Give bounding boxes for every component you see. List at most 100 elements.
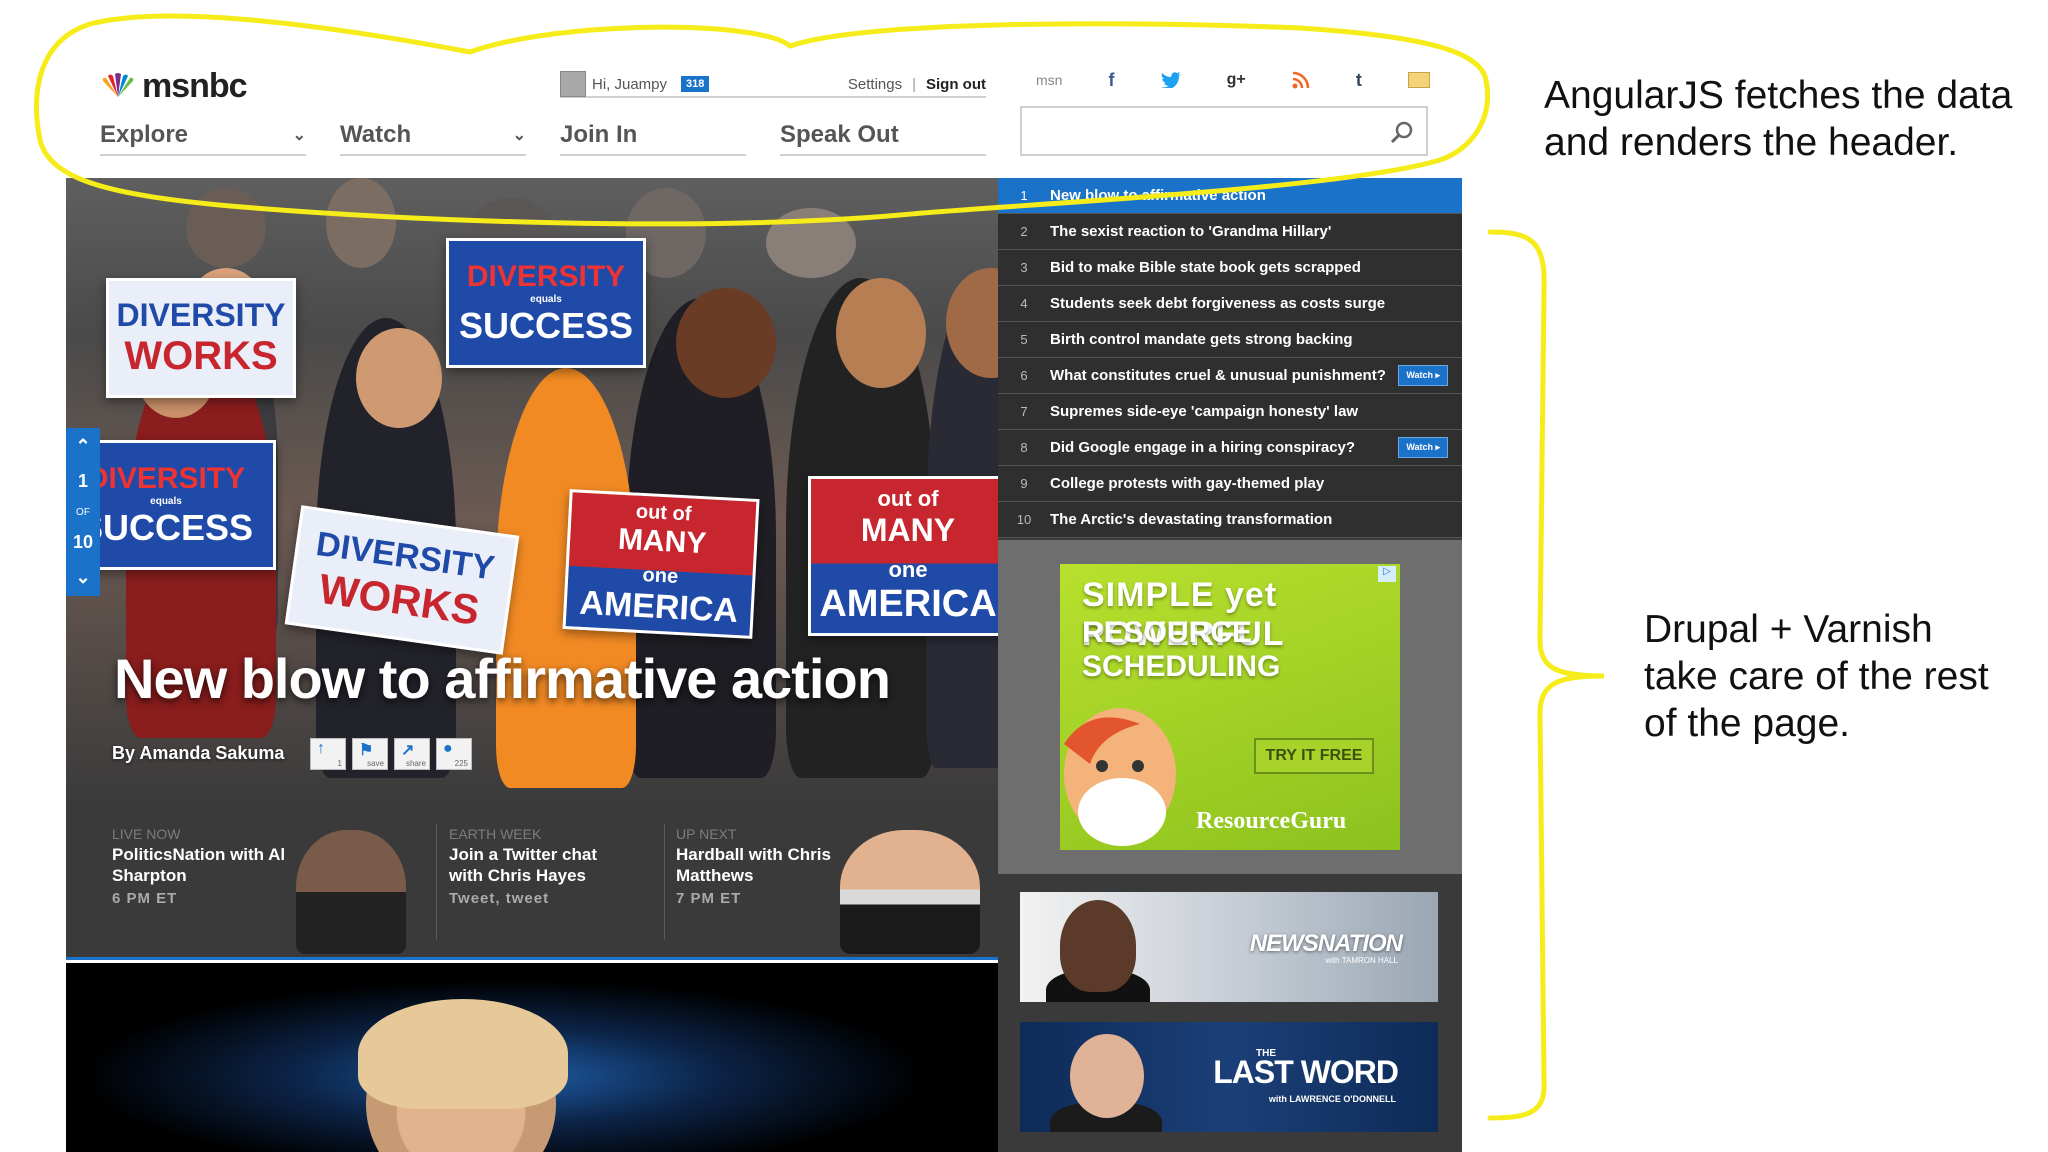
list-label[interactable]: College protests with gay-themed play [1050,475,1462,492]
try-free-button[interactable]: TRY IT FREE [1254,738,1374,774]
list-label[interactable]: Students seek debt forgiveness as costs … [1050,295,1462,312]
list-item[interactable]: 2 The sexist reaction to 'Grandma Hillary… [998,214,1462,250]
msnbc-logo[interactable]: msnbc [100,66,248,106]
list-item[interactable]: 7 Supremes side-eye 'campaign honesty' la… [998,394,1462,430]
google-plus-icon[interactable]: g+ [1227,71,1246,89]
list-item[interactable]: 5 Birth control mandate gets strong backi… [998,322,1462,358]
show-promo-newsnation[interactable]: NEWSNATION with TAMRON HALL [1020,892,1438,1002]
facebook-icon[interactable]: f [1109,70,1115,91]
list-item[interactable]: 4 Students seek debt forgiveness as costs… [998,286,1462,322]
tumblr-icon[interactable]: t [1356,70,1362,91]
protest-sign: out of MANY one AMERICA [562,489,760,639]
list-label[interactable]: What constitutes cruel & unusual punishm… [1050,367,1398,384]
sign-text: SUCCESS [458,304,634,346]
list-item[interactable]: 6 What constitutes cruel & unusual punish… [998,358,1462,394]
nav-speak-out[interactable]: Speak Out [780,120,986,156]
signout-link[interactable]: Sign out [926,76,986,93]
share-toolbar: ↑ 1 ⚑ save ↗ share ● 225 [310,738,472,770]
adchoices-icon[interactable]: ▷ [1378,566,1396,582]
byline[interactable]: By Amanda Sakuma [112,743,284,764]
sign-text: out of [877,486,939,511]
slide-pager: ⌃ 1 OF 10 ⌄ [66,428,100,596]
chevron-down-icon[interactable]: ⌄ [75,567,90,588]
list-num: 7 [1020,404,1028,419]
sign-text: DIVERSITY [116,297,286,333]
show-item[interactable]: LIVE NOW PoliticsNation with Al Sharpton… [112,826,312,907]
list-label[interactable]: New blow to affirmative action [1050,187,1462,204]
show-title[interactable]: PoliticsNation with Al Sharpton [112,844,312,886]
list-label[interactable]: The Arctic's devastating transformation [1050,511,1462,528]
save-button[interactable]: ⚑ save [352,738,388,770]
list-item[interactable]: 3 Bid to make Bible state book gets scrap… [998,250,1462,286]
sign-text: one [642,563,679,588]
show-kicker: LIVE NOW [112,826,181,842]
list-num: 5 [1020,332,1028,347]
comment-button[interactable]: ● 225 [436,738,472,770]
watch-button[interactable]: Watch ▸ [1398,437,1448,458]
host-photo[interactable] [840,830,980,954]
top-ten-list: 1 New blow to affirmative action 2 The sex… [998,178,1462,538]
watch-button[interactable]: Watch ▸ [1398,365,1448,386]
show-item[interactable]: EARTH WEEK Join a Twitter chat with Chri… [449,826,629,907]
slide-total: 10 [72,531,94,552]
twitter-icon[interactable] [1160,72,1181,88]
hero-headline[interactable]: New blow to affirmative action [114,646,891,711]
list-label[interactable]: Did Google engage in a hiring conspiracy… [1050,439,1398,456]
annotation-line: and renders the header. [1544,121,1959,164]
upvote-button[interactable]: ↑ 1 [310,738,346,770]
list-item[interactable]: 8 Did Google engage in a hiring conspirac… [998,430,1462,466]
list-item[interactable]: 1 New blow to affirmative action [998,178,1462,214]
mail-icon[interactable] [1407,72,1430,88]
chevron-up-icon[interactable]: ⌃ [75,436,90,457]
feature-photo[interactable] [66,963,998,1152]
list-label[interactable]: Supremes side-eye 'campaign honesty' law [1050,403,1462,420]
promo-logo: NEWSNATION [1249,930,1403,957]
annotation-line: Drupal + Varnish [1644,608,1933,651]
msn-link[interactable]: msn [1036,72,1062,88]
right-column: 1 New blow to affirmative action 2 The sex… [998,178,1462,1152]
list-label[interactable]: The sexist reaction to 'Grandma Hillary' [1050,223,1462,240]
rss-icon[interactable] [1292,71,1310,89]
host-photo[interactable] [296,830,406,954]
list-label[interactable]: Bid to make Bible state book gets scrapp… [1050,259,1462,276]
show-title[interactable]: Hardball with Chris Matthews [676,844,856,886]
list-label[interactable]: Birth control mandate gets strong backin… [1050,331,1462,348]
sign-text: one [888,557,928,582]
sign-text: AMERICA [819,583,997,625]
show-item[interactable]: UP NEXT Hardball with Chris Matthews 7 P… [676,826,856,907]
advertisement[interactable]: SIMPLE yet POWERFUL RESOURCE SCHEDULING … [1060,564,1400,850]
mascot-illustration [1064,708,1176,846]
settings-link[interactable]: Settings [848,76,902,93]
nav-watch-label: Watch [340,121,412,148]
protest-sign: out of MANY one AMERICA [808,476,998,636]
protest-sign: DIVERSITY WORKS [106,278,296,398]
sign-text: MANY [860,512,956,548]
show-promo-last-word[interactable]: THE LAST WORD with LAWRENCE O'DONNELL [1020,1022,1438,1132]
show-title[interactable]: Join a Twitter chat with Chris Hayes [449,844,629,886]
host-face-shape [1060,900,1136,992]
chevron-down-icon: ⌄ [292,127,306,144]
nav-explore[interactable]: Explore ⌄ [100,120,306,156]
ad-brand: ResourceGuru [1196,808,1347,834]
avatar[interactable] [560,71,586,97]
annotation-line: take care of the rest [1644,655,1989,698]
nav-join-in[interactable]: Join In [560,120,746,156]
nav-watch[interactable]: Watch ⌄ [340,120,526,156]
ad-container: SIMPLE yet POWERFUL RESOURCE SCHEDULING … [998,540,1462,874]
nav-speak-out-label: Speak Out [780,121,899,148]
notification-badge[interactable]: 318 [681,76,710,92]
search-box[interactable] [1020,106,1428,156]
search-input[interactable] [1032,118,1372,146]
link-separator: | [912,75,916,93]
list-num: 8 [1020,440,1028,455]
show-time: 7 PM ET [676,890,742,907]
list-item[interactable]: 10 The Arctic's devastating transformatio… [998,502,1462,538]
peacock-icon [102,73,134,97]
crowd-shape [326,178,396,268]
hero-slideshow[interactable]: DIVERSITY equals SUCCESS DIVERSITY WORKS… [66,178,998,800]
sign-text: equals [530,293,562,305]
greeting-text[interactable]: Hi, Juampy [592,76,667,93]
share-button[interactable]: ↗ share [394,738,430,770]
list-item[interactable]: 9 College protests with gay-themed play [998,466,1462,502]
search-icon[interactable] [1390,120,1414,144]
